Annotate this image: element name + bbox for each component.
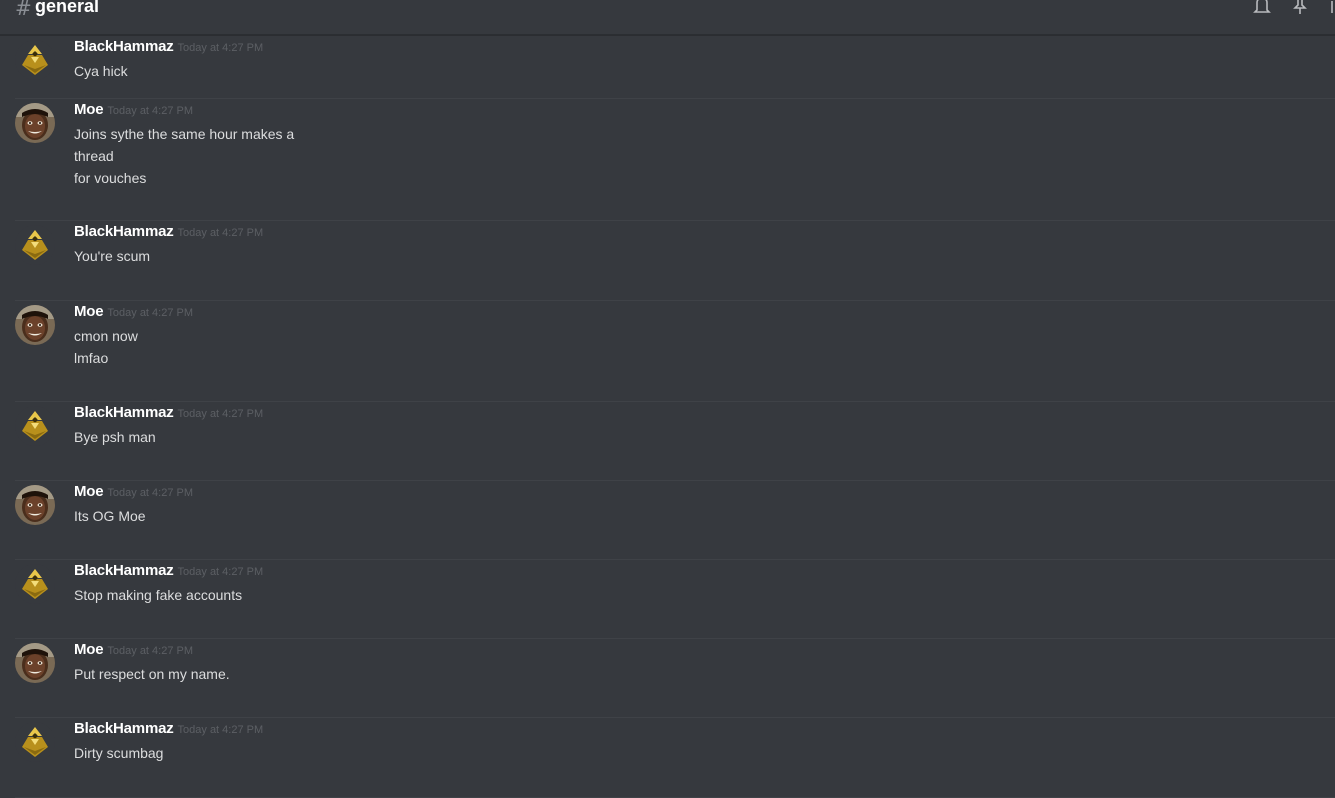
- message-header: Moe Today at 4:27 PM: [74, 641, 193, 659]
- message-group: BlackHammaz Today at 4:27 PM You're scum: [15, 221, 1335, 301]
- timestamp: Today at 4:27 PM: [177, 227, 264, 239]
- message-header: BlackHammaz Today at 4:27 PM: [74, 38, 263, 56]
- message-group: Moe Today at 4:27 PM cmon now lmfao: [15, 301, 1335, 402]
- blackhammaz-avatar[interactable]: [15, 722, 55, 762]
- message-header: BlackHammaz Today at 4:27 PM: [74, 562, 263, 580]
- username[interactable]: Moe: [74, 101, 104, 118]
- message-group: BlackHammaz Today at 4:27 PM Stop making f…: [15, 560, 1335, 639]
- message-text: Its OG Moe: [74, 508, 146, 524]
- header-toolbar: [1253, 0, 1335, 17]
- bell-icon[interactable]: [1253, 0, 1271, 15]
- username[interactable]: BlackHammaz: [74, 404, 174, 421]
- message-header: BlackHammaz Today at 4:27 PM: [74, 404, 263, 422]
- message-header: BlackHammaz Today at 4:27 PM: [74, 720, 263, 738]
- message-body: Its OG Moe: [74, 505, 146, 527]
- message-text: Dirty scumbag: [74, 745, 164, 761]
- message-text: for vouches: [74, 170, 147, 186]
- chat-window: # general BlackHammaz Today at 4:27 PM C…: [0, 0, 1335, 798]
- blackhammaz-avatar[interactable]: [15, 225, 55, 265]
- timestamp: Today at 4:27 PM: [177, 42, 264, 54]
- username[interactable]: BlackHammaz: [74, 562, 174, 579]
- members-icon[interactable]: [1329, 0, 1335, 15]
- message-body: Dirty scumbag: [74, 742, 163, 764]
- username[interactable]: BlackHammaz: [74, 38, 174, 55]
- timestamp: Today at 4:27 PM: [107, 307, 194, 319]
- timestamp: Today at 4:27 PM: [177, 408, 264, 420]
- timestamp: Today at 4:27 PM: [107, 105, 194, 117]
- message-group: BlackHammaz Today at 4:27 PM Bye psh man: [15, 402, 1335, 481]
- message-body: Stop making fake accounts: [74, 584, 242, 606]
- blackhammaz-avatar[interactable]: [15, 564, 55, 604]
- moe-avatar[interactable]: [15, 485, 55, 525]
- username[interactable]: BlackHammaz: [74, 720, 174, 737]
- moe-avatar[interactable]: [15, 103, 55, 143]
- message-body: Bye psh man: [74, 426, 156, 448]
- timestamp: Today at 4:27 PM: [107, 487, 194, 499]
- username[interactable]: Moe: [74, 303, 104, 320]
- message-text: Put respect on my name.: [74, 666, 230, 682]
- timestamp: Today at 4:27 PM: [177, 724, 264, 736]
- timestamp: Today at 4:27 PM: [177, 566, 264, 578]
- message-body: cmon now lmfao: [74, 325, 138, 369]
- timestamp: Today at 4:27 PM: [107, 645, 194, 657]
- message-group: Moe Today at 4:27 PM Put respect on my nam…: [15, 639, 1335, 718]
- message-text: You're scum: [74, 248, 151, 264]
- message-body: Joins sythe the same hour makes a thread f…: [74, 123, 294, 189]
- blackhammaz-avatar[interactable]: [15, 40, 55, 80]
- channel-name: general: [35, 0, 100, 16]
- message-header: Moe Today at 4:27 PM: [74, 303, 193, 321]
- blackhammaz-avatar[interactable]: [15, 406, 55, 446]
- message-text: Joins sythe the same hour makes a: [74, 126, 295, 142]
- message-text: thread: [74, 148, 114, 164]
- message-text: cmon now: [74, 328, 138, 344]
- message-body: Put respect on my name.: [74, 663, 230, 685]
- message-group: Moe Today at 4:27 PM Its OG Moe: [15, 481, 1335, 560]
- pin-icon[interactable]: [1291, 0, 1309, 15]
- username[interactable]: BlackHammaz: [74, 223, 174, 240]
- message-text: Stop making fake accounts: [74, 587, 243, 603]
- message-header: BlackHammaz Today at 4:27 PM: [74, 223, 263, 241]
- username[interactable]: Moe: [74, 483, 104, 500]
- message-body: Cya hick: [74, 60, 128, 82]
- message-group: BlackHammaz Today at 4:27 PM Dirty scumbag: [15, 718, 1335, 798]
- username[interactable]: Moe: [74, 641, 104, 658]
- message-group: BlackHammaz Today at 4:27 PM Cya hick: [15, 36, 1335, 99]
- message-header: Moe Today at 4:27 PM: [74, 483, 193, 501]
- message-text: Bye psh man: [74, 429, 156, 445]
- message-text: Cya hick: [74, 63, 128, 79]
- channel-hash-icon: #: [15, 0, 32, 20]
- message-text: lmfao: [74, 350, 109, 366]
- channel-header: # general: [0, 0, 1335, 35]
- message-body: You're scum: [74, 245, 150, 267]
- moe-avatar[interactable]: [15, 305, 55, 345]
- message-group: Moe Today at 4:27 PM Joins sythe the same …: [15, 99, 1335, 221]
- message-header: Moe Today at 4:27 PM: [74, 101, 193, 119]
- moe-avatar[interactable]: [15, 643, 55, 683]
